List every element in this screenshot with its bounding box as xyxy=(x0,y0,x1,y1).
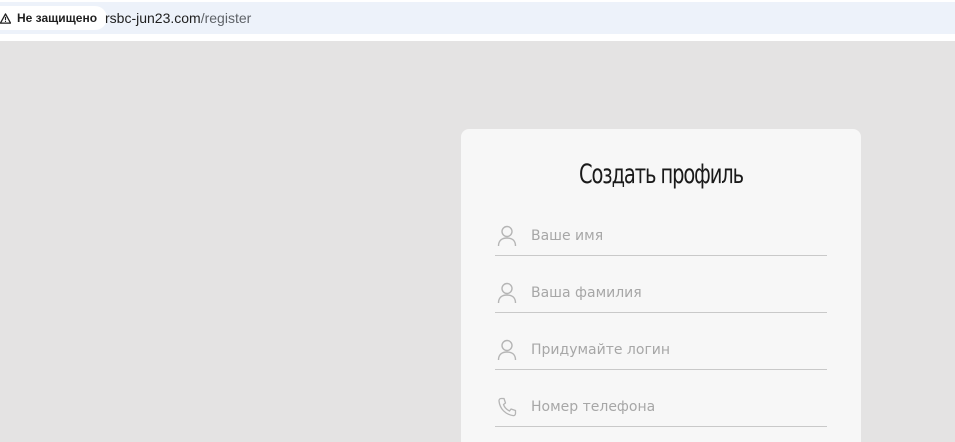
register-card: Создать профиль xyxy=(461,129,861,442)
phone-icon xyxy=(498,397,517,417)
browser-address-bar: Не защищено rsbc-jun23.com/register xyxy=(0,0,955,36)
first-name-field[interactable] xyxy=(495,219,827,256)
user-icon xyxy=(497,282,517,304)
phone-field[interactable] xyxy=(495,390,827,427)
security-label: Не защищено xyxy=(17,11,98,25)
url-path: /register xyxy=(200,10,252,26)
phone-input[interactable] xyxy=(531,394,821,420)
first-name-input[interactable] xyxy=(531,223,821,249)
user-icon xyxy=(497,225,517,247)
security-indicator[interactable]: Не защищено xyxy=(0,6,108,30)
form-title: Создать профиль xyxy=(578,159,744,190)
last-name-input[interactable] xyxy=(531,280,821,306)
user-icon xyxy=(497,339,517,361)
warning-icon xyxy=(0,12,11,24)
last-name-field[interactable] xyxy=(495,276,827,313)
url-host: rsbc-jun23.com xyxy=(105,10,201,26)
login-input[interactable] xyxy=(531,337,821,363)
omnibox[interactable]: Не защищено rsbc-jun23.com/register xyxy=(0,2,955,34)
url-text[interactable]: rsbc-jun23.com/register xyxy=(105,10,251,26)
login-field[interactable] xyxy=(495,333,827,370)
